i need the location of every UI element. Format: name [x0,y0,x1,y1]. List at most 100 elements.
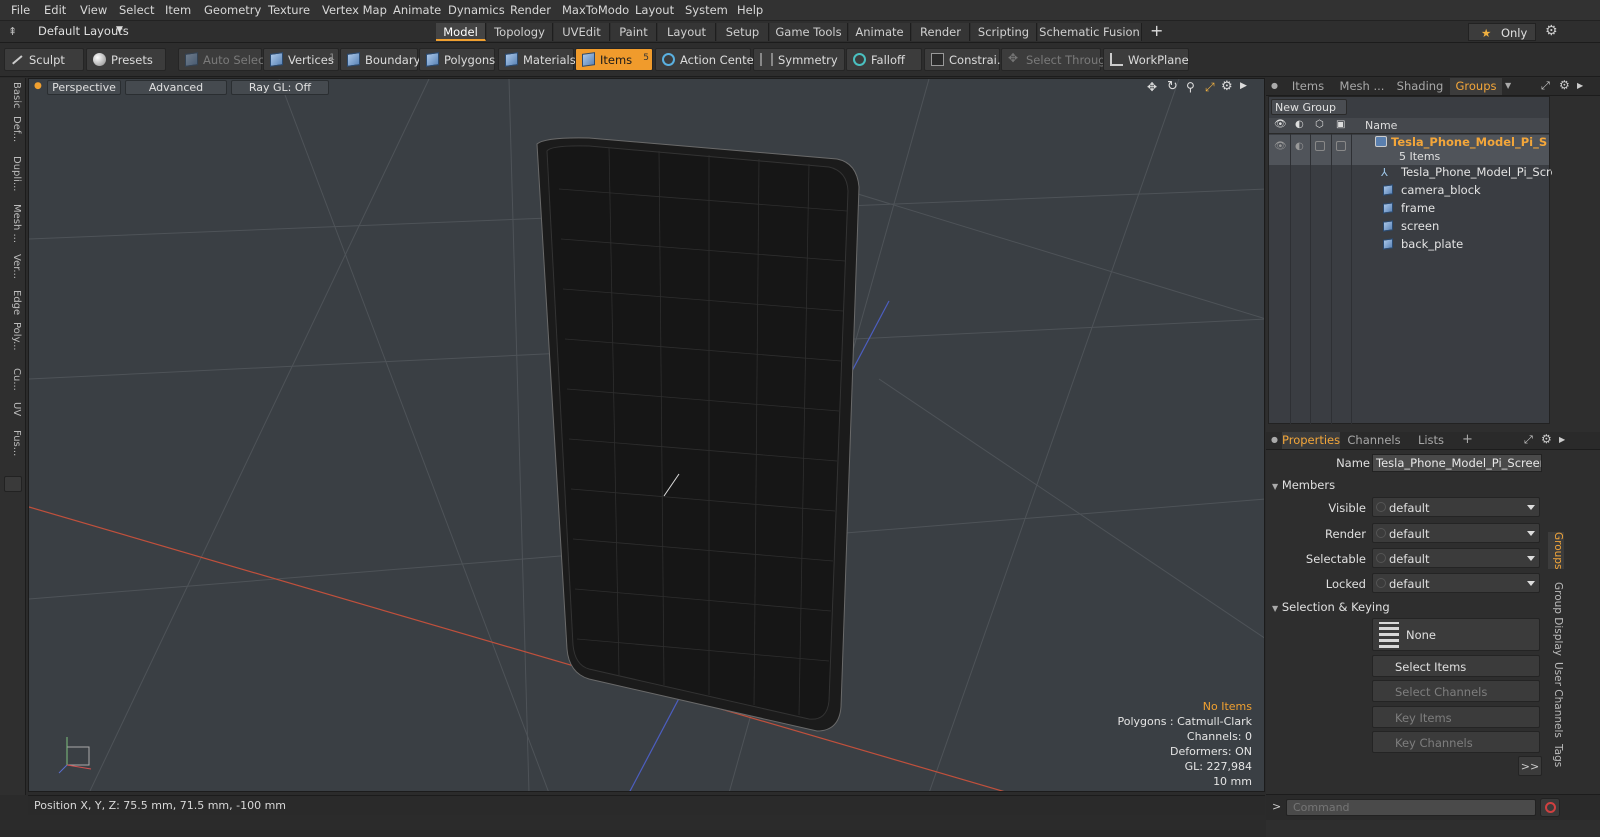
expand-panel-icon[interactable]: ⤢ [1541,79,1550,93]
record-button[interactable] [1540,798,1560,817]
lock-checkbox[interactable] [1336,141,1346,151]
outliner-scroll-area[interactable] [1552,96,1598,424]
zoom-icon[interactable]: ⚲ [1186,80,1195,94]
left-strip-expand-button[interactable] [4,476,22,492]
viewport-more-icon[interactable]: ▶ [1240,81,1247,91]
panel-menu-icon[interactable]: ● [1271,81,1278,90]
rotate-icon[interactable]: ↻ [1167,79,1178,94]
select-channels-button[interactable]: Select Channels [1372,680,1540,702]
none-button[interactable]: None [1372,618,1540,651]
add-tab-icon[interactable]: + [1150,21,1163,40]
command-input[interactable] [1286,799,1536,816]
visible-dropdown[interactable]: default [1372,497,1540,517]
tab-channels[interactable]: Channels [1344,432,1404,449]
falloff-button[interactable]: Falloff [846,48,922,71]
selection-keying-section[interactable]: ▼ Selection & Keying [1272,600,1390,614]
visibility-col-icon[interactable]: 👁 [1274,119,1287,130]
left-tab-curve[interactable]: Cu... [4,368,22,391]
symmetry-button[interactable]: Symmetry [753,48,845,71]
3d-viewport[interactable]: ● Perspective Advanced Ray GL: Off ✥ ↻ ⚲… [28,78,1265,792]
panel-more-icon[interactable]: ▶ [1559,435,1565,444]
presets-button[interactable]: Presets [86,48,166,71]
menu-system[interactable]: System [685,3,728,17]
constraints-button[interactable]: Constrai... [924,48,1008,71]
action-center-button[interactable]: Action Center [655,48,758,71]
layout-collapse-icon[interactable]: ⇞ [8,25,17,38]
left-tab-basic[interactable]: Basic [4,82,22,108]
tab-render[interactable]: Render [912,23,970,41]
render-col-icon[interactable]: ◐ [1295,119,1304,130]
menu-view[interactable]: View [80,3,107,17]
left-tab-fusion[interactable]: Fus... [4,430,22,456]
tab-scripting[interactable]: Scripting [971,23,1037,41]
tab-paint[interactable]: Paint [611,23,657,41]
only-toggle[interactable]: ★ Only [1468,23,1536,41]
boundary-button[interactable]: Boundary [340,48,420,71]
left-tab-edge[interactable]: Edge [4,290,22,315]
tab-topology[interactable]: Topology [487,23,553,41]
tab-groups[interactable]: Groups [1450,78,1502,95]
tab-mesh[interactable]: Mesh ... [1334,78,1390,95]
lock-col-icon[interactable]: ▣ [1336,119,1345,130]
raygl-toggle[interactable]: Ray GL: Off [231,80,329,95]
render-icon[interactable]: ◐ [1295,141,1304,152]
tab-schematic-fusion[interactable]: Schematic Fusion [1038,23,1142,41]
group-row[interactable]: 👁 ◐ Tesla_Phone_Model_Pi_S ... 5 Items [1269,135,1564,165]
menu-render[interactable]: Render [510,3,551,17]
items-button[interactable]: Items 5 [575,48,653,71]
side-tab-group-display[interactable]: Group Display [1548,582,1564,656]
left-tab-uv[interactable]: UV [4,402,22,416]
side-tab-user-channels[interactable]: User Channels [1548,662,1564,738]
select-items-button[interactable]: Select Items [1372,655,1540,677]
shading-advanced-button[interactable]: Advanced [125,80,227,95]
gear-icon[interactable]: ⚙ [1559,78,1570,92]
menu-texture[interactable]: Texture [268,3,310,17]
more-button[interactable]: >> [1518,756,1542,776]
gear-icon[interactable]: ⚙ [1545,23,1558,39]
list-item[interactable]: screen [1273,219,1553,236]
menu-dynamics[interactable]: Dynamics [448,3,505,17]
add-tab-icon[interactable]: + [1462,432,1473,447]
tab-properties[interactable]: Properties [1282,432,1340,449]
tab-shading[interactable]: Shading [1392,78,1448,95]
viewport-menu-icon[interactable]: ● [34,81,42,91]
menu-vertex-map[interactable]: Vertex Map [322,3,387,17]
panel-more-icon[interactable]: ▶ [1577,81,1583,90]
sculpt-button[interactable]: Sculpt [4,48,84,71]
tab-setup[interactable]: Setup [717,23,769,41]
menu-item[interactable]: Item [165,3,191,17]
pan-icon[interactable]: ✥ [1147,80,1157,94]
side-tab-tags[interactable]: Tags [1548,744,1564,767]
members-section[interactable]: ▼ Members [1272,478,1335,492]
menu-maxtomodo[interactable]: MaxToModo [562,3,629,17]
selectable-dropdown[interactable]: default [1372,548,1540,568]
chevron-down-icon[interactable]: ▼ [1505,81,1511,90]
menu-help[interactable]: Help [737,3,763,17]
list-item[interactable]: frame [1273,201,1553,218]
tab-items[interactable]: Items [1284,78,1332,95]
tab-animate[interactable]: Animate [849,23,911,41]
side-tab-groups[interactable]: Groups [1548,532,1564,570]
key-channels-button[interactable]: Key Channels [1372,731,1540,753]
left-tab-polygon[interactable]: Poly... [4,322,22,351]
menu-select[interactable]: Select [119,3,154,17]
gear-icon[interactable]: ⚙ [1541,432,1552,446]
auto-select-button[interactable]: Auto Select [178,48,269,71]
render-dropdown[interactable]: default [1372,523,1540,543]
tab-layout[interactable]: Layout [658,23,716,41]
tab-game-tools[interactable]: Game Tools [770,23,848,41]
tab-lists[interactable]: Lists [1406,432,1456,449]
left-tab-duplicate[interactable]: Dupli... [4,156,22,191]
menu-geometry[interactable]: Geometry [204,3,261,17]
menu-animate[interactable]: Animate [393,3,441,17]
expand-panel-icon[interactable]: ⤢ [1524,433,1533,447]
select-col-icon[interactable]: ⬡ [1315,119,1324,130]
visibility-icon[interactable]: 👁 [1274,141,1287,152]
viewport-settings-icon[interactable]: ⚙ [1221,79,1233,94]
materials-button[interactable]: Materials [498,48,576,71]
selectable-checkbox[interactable] [1315,141,1325,151]
polygons-button[interactable]: Polygons [419,48,495,71]
menu-file[interactable]: File [11,3,30,17]
key-items-button[interactable]: Key Items [1372,706,1540,728]
locked-dropdown[interactable]: default [1372,573,1540,593]
